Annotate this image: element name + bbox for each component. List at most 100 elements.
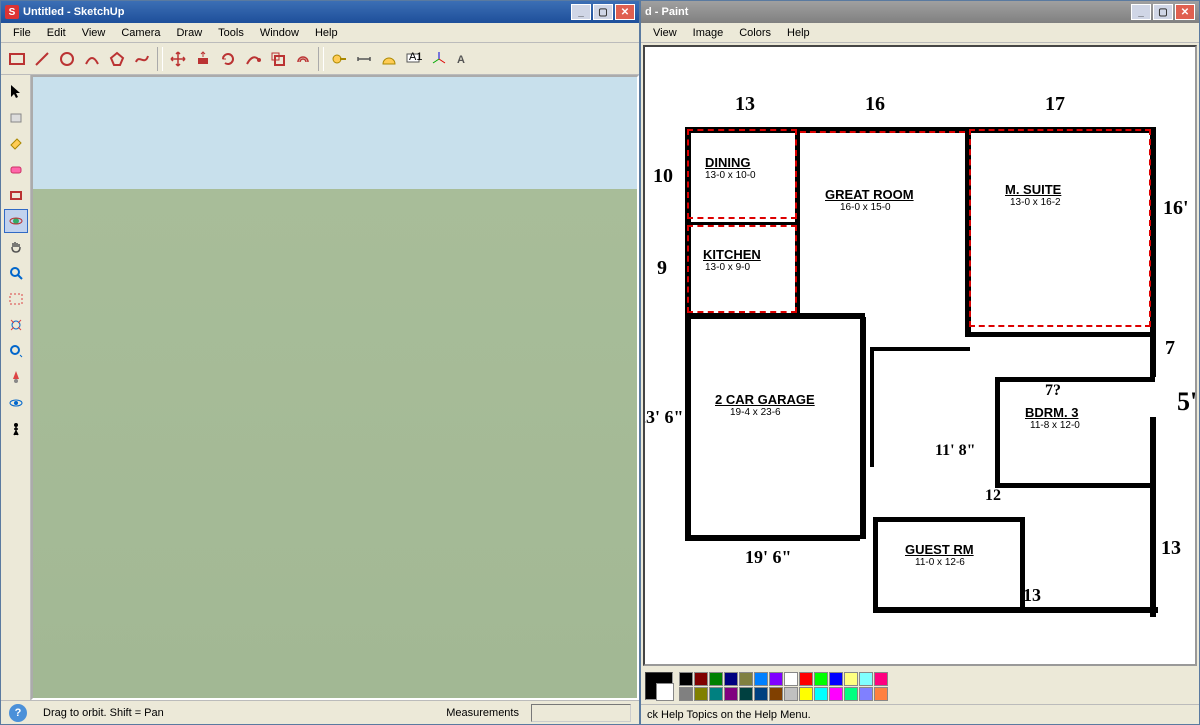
tool-previous[interactable] — [4, 339, 28, 363]
close-button[interactable]: ✕ — [615, 4, 635, 20]
color-swatch[interactable] — [724, 687, 738, 701]
menu-file[interactable]: File — [5, 25, 39, 41]
paint-menu-colors[interactable]: Colors — [731, 25, 779, 41]
minimize-button[interactable]: _ — [571, 4, 591, 20]
menu-window[interactable]: Window — [252, 25, 307, 41]
color-swatch[interactable] — [784, 672, 798, 686]
menu-draw[interactable]: Draw — [168, 25, 210, 41]
color-swatch[interactable] — [844, 687, 858, 701]
tool-followme[interactable] — [241, 47, 265, 71]
tool-circle[interactable] — [55, 47, 79, 71]
color-swatch[interactable] — [784, 687, 798, 701]
color-swatch[interactable] — [874, 672, 888, 686]
paint-maximize-button[interactable]: ▢ — [1153, 4, 1173, 20]
tool-move[interactable] — [166, 47, 190, 71]
paint-titlebar[interactable]: d - Paint _ ▢ ✕ — [641, 1, 1199, 23]
color-swatch[interactable] — [709, 687, 723, 701]
color-swatch[interactable] — [724, 672, 738, 686]
color-swatch[interactable] — [814, 687, 828, 701]
color-swatch[interactable] — [799, 672, 813, 686]
dim-guest: 11-0 x 12-6 — [915, 557, 965, 568]
tool-eraser[interactable] — [4, 157, 28, 181]
tool-pushpull[interactable] — [191, 47, 215, 71]
tool-zoom-window[interactable] — [4, 287, 28, 311]
color-swatch[interactable] — [754, 672, 768, 686]
tool-text[interactable]: A1 — [402, 47, 426, 71]
ann-left2: 9 — [657, 257, 667, 280]
color-swatch[interactable] — [829, 687, 843, 701]
menu-help[interactable]: Help — [307, 25, 346, 41]
svg-text:A: A — [457, 54, 465, 66]
color-swatch[interactable] — [754, 687, 768, 701]
color-swatch[interactable] — [874, 687, 888, 701]
tool-component[interactable] — [4, 105, 28, 129]
color-swatch[interactable] — [739, 672, 753, 686]
tool-orbit[interactable] — [4, 209, 28, 233]
paint-close-button[interactable]: ✕ — [1175, 4, 1195, 20]
tool-polygon[interactable] — [105, 47, 129, 71]
color-swatch[interactable] — [844, 672, 858, 686]
tool-position-camera[interactable] — [4, 365, 28, 389]
color-swatch[interactable] — [769, 672, 783, 686]
tool-look[interactable] — [4, 391, 28, 415]
label-dining: DINING — [705, 155, 751, 170]
color-swatch[interactable] — [859, 687, 873, 701]
measurements-input[interactable] — [531, 704, 631, 722]
color-swatch[interactable] — [679, 687, 693, 701]
paint-menu-help[interactable]: Help — [779, 25, 818, 41]
tool-zoom[interactable] — [4, 261, 28, 285]
tool-paint[interactable] — [4, 131, 28, 155]
current-colors[interactable] — [645, 672, 673, 700]
color-swatch[interactable] — [694, 672, 708, 686]
tool-zoom-extents[interactable] — [4, 313, 28, 337]
color-swatch[interactable] — [679, 672, 693, 686]
sketchup-viewport[interactable] — [31, 75, 639, 700]
tool-tape[interactable] — [327, 47, 351, 71]
ann-right3: 5' — [1177, 387, 1197, 417]
color-swatch[interactable] — [799, 687, 813, 701]
tool-rectangle[interactable] — [5, 47, 29, 71]
tool-offset[interactable] — [291, 47, 315, 71]
ann-top1: 13 — [735, 93, 755, 116]
color-swatch[interactable] — [694, 687, 708, 701]
label-bdrm3: BDRM. 3 — [1025, 405, 1078, 420]
color-swatch[interactable] — [739, 687, 753, 701]
paint-menu-image[interactable]: Image — [685, 25, 732, 41]
paint-canvas[interactable]: DINING 13-0 x 10-0 GREAT ROOM 16-0 x 15-… — [643, 45, 1197, 666]
tool-arc[interactable] — [80, 47, 104, 71]
color-swatch[interactable] — [829, 672, 843, 686]
help-icon[interactable]: ? — [9, 704, 27, 722]
menu-tools[interactable]: Tools — [210, 25, 252, 41]
ann-right1: 16' — [1163, 197, 1189, 220]
maximize-button[interactable]: ▢ — [593, 4, 613, 20]
tool-scale[interactable] — [266, 47, 290, 71]
tool-freehand[interactable] — [130, 47, 154, 71]
ann-mid1: 11' 8" — [935, 442, 975, 460]
paint-menu-view[interactable]: View — [645, 25, 685, 41]
color-swatch[interactable] — [814, 672, 828, 686]
tool-line[interactable] — [30, 47, 54, 71]
label-msuite: M. SUITE — [1005, 182, 1061, 197]
menu-camera[interactable]: Camera — [113, 25, 168, 41]
menu-view[interactable]: View — [74, 25, 114, 41]
tool-rectangle-side[interactable] — [4, 183, 28, 207]
ann-left1: 10 — [653, 165, 673, 188]
paint-minimize-button[interactable]: _ — [1131, 4, 1151, 20]
tool-select[interactable] — [4, 79, 28, 103]
tool-dimension[interactable] — [352, 47, 376, 71]
tool-walk[interactable] — [4, 417, 28, 441]
ann-mid3: 7? — [1045, 382, 1061, 400]
menu-edit[interactable]: Edit — [39, 25, 74, 41]
color-swatch[interactable] — [859, 672, 873, 686]
color-swatch[interactable] — [769, 687, 783, 701]
ann-mid2: 12 — [985, 487, 1001, 505]
tool-axes[interactable] — [427, 47, 451, 71]
tool-3dtext[interactable]: A — [452, 47, 476, 71]
tool-protractor[interactable] — [377, 47, 401, 71]
tool-pan[interactable] — [4, 235, 28, 259]
ann-right2: 7 — [1165, 337, 1175, 360]
sketchup-side-toolbar — [1, 75, 31, 700]
tool-rotate[interactable] — [216, 47, 240, 71]
color-swatch[interactable] — [709, 672, 723, 686]
sketchup-titlebar[interactable]: S Untitled - SketchUp _ ▢ ✕ — [1, 1, 639, 23]
